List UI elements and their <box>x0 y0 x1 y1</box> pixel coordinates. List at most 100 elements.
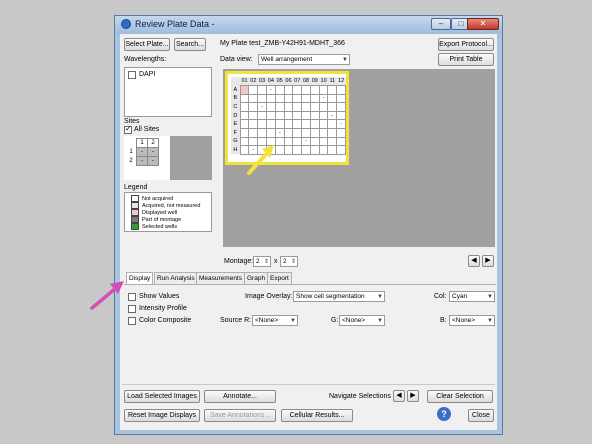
montage-rows-spin[interactable]: 2 ⇕ <box>253 256 271 267</box>
plate-well[interactable] <box>274 85 285 95</box>
clear-selection-button[interactable]: Clear Selection <box>427 390 493 403</box>
plate-well[interactable] <box>239 127 250 138</box>
plate-well[interactable] <box>283 119 294 129</box>
plate-well[interactable] <box>309 136 320 147</box>
navigate-prev-button[interactable]: ◀ <box>393 390 405 402</box>
plate-well[interactable] <box>266 102 276 112</box>
navigate-next-button[interactable]: ▶ <box>407 390 419 402</box>
plate-well[interactable] <box>266 93 276 104</box>
close-window-button[interactable]: ✕ <box>467 18 499 30</box>
plate-well[interactable]: - <box>257 102 267 112</box>
plate-well[interactable] <box>336 145 346 155</box>
plate-well[interactable] <box>292 110 303 121</box>
tab-export[interactable]: Export <box>267 272 292 284</box>
plate-well[interactable] <box>318 102 329 112</box>
plate-well[interactable] <box>257 127 267 138</box>
plate-well[interactable] <box>283 127 294 138</box>
plate-well[interactable] <box>283 145 294 155</box>
plate-well[interactable] <box>301 127 311 138</box>
tab-measurements[interactable]: Measurements <box>196 272 245 284</box>
plate-well[interactable] <box>327 119 338 129</box>
plate-well[interactable] <box>327 85 338 95</box>
show-values-checkbox[interactable] <box>128 293 136 301</box>
plate-well[interactable] <box>248 85 259 95</box>
annotate-button[interactable]: Annotate... <box>204 390 276 403</box>
plate-well[interactable] <box>309 119 320 129</box>
cellular-results-button[interactable]: Cellular Results... <box>281 409 353 422</box>
plate-well[interactable] <box>292 145 303 155</box>
plate-well[interactable]: - <box>327 110 338 121</box>
plate-well[interactable] <box>283 110 294 121</box>
plate-well[interactable] <box>318 145 329 155</box>
plate-well[interactable] <box>318 110 329 121</box>
plate-well[interactable] <box>274 93 285 104</box>
reset-image-displays-button[interactable]: Reset Image Displays <box>124 409 200 422</box>
plate-well[interactable]: - <box>318 93 329 104</box>
plate-well[interactable] <box>266 127 276 138</box>
plate-well[interactable] <box>309 93 320 104</box>
site-cell[interactable]: - <box>147 156 159 166</box>
dapi-checkbox[interactable] <box>128 71 136 79</box>
plate-well[interactable] <box>327 93 338 104</box>
plate-well[interactable] <box>318 136 329 147</box>
plate-well[interactable]: - <box>301 136 311 147</box>
plate-well[interactable] <box>292 127 303 138</box>
plate-well[interactable] <box>301 93 311 104</box>
plate-well[interactable] <box>248 127 259 138</box>
plate-well[interactable] <box>292 93 303 104</box>
close-button[interactable]: Close <box>468 409 494 422</box>
plate-well[interactable] <box>336 136 346 147</box>
montage-cols-spin[interactable]: 2 ⇕ <box>280 256 298 267</box>
plate-well[interactable] <box>283 102 294 112</box>
tab-graph[interactable]: Graph <box>244 272 269 284</box>
plate-well[interactable] <box>301 102 311 112</box>
print-table-button[interactable]: Print Table <box>438 53 494 66</box>
plate-well[interactable] <box>248 119 259 129</box>
plate-well[interactable] <box>327 102 338 112</box>
search-button[interactable]: Search... <box>174 38 206 51</box>
image-overlay-select[interactable]: Show cell segmentation ▼ <box>293 291 385 302</box>
plate-well[interactable] <box>336 127 346 138</box>
plate-well[interactable] <box>318 119 329 129</box>
g-select[interactable]: <None> ▼ <box>339 315 385 326</box>
plate-well[interactable]: - <box>336 119 346 129</box>
plate-well[interactable] <box>301 85 311 95</box>
data-view-select[interactable]: Well arrangement ▼ <box>258 54 350 65</box>
plate-well[interactable] <box>239 93 250 104</box>
plate-well[interactable] <box>327 145 338 155</box>
plate-well[interactable] <box>336 102 346 112</box>
export-protocol-button[interactable]: Export Protocol... <box>438 38 494 51</box>
next-plate-button[interactable]: ▶ <box>482 255 494 267</box>
plate-well[interactable] <box>257 93 267 104</box>
site-cell[interactable]: - <box>136 147 148 157</box>
plate-well[interactable] <box>266 110 276 121</box>
source-r-select[interactable]: <None> ▼ <box>252 315 298 326</box>
plate-well[interactable] <box>257 85 267 95</box>
all-sites-checkbox[interactable] <box>124 124 132 134</box>
plate-well[interactable] <box>301 145 311 155</box>
plate-well[interactable] <box>309 145 320 155</box>
plate-well[interactable]: - <box>274 127 285 138</box>
plate-well[interactable] <box>336 85 346 95</box>
plate-well[interactable] <box>239 110 250 121</box>
plate-well[interactable] <box>274 119 285 129</box>
intensity-profile-checkbox[interactable] <box>128 305 136 313</box>
plate-well[interactable] <box>309 127 320 138</box>
prev-plate-button[interactable]: ◀ <box>468 255 480 267</box>
site-cell[interactable]: - <box>136 156 148 166</box>
tab-display[interactable]: Display <box>126 272 154 284</box>
plate-well[interactable] <box>283 136 294 147</box>
help-icon[interactable]: ? <box>437 407 451 421</box>
plate-well[interactable] <box>239 85 250 95</box>
site-cell[interactable]: - <box>147 147 159 157</box>
plate-well[interactable] <box>309 85 320 95</box>
plate-well[interactable] <box>274 110 285 121</box>
select-plate-button[interactable]: Select Plate... <box>124 38 170 51</box>
minimize-button[interactable]: – <box>431 18 451 30</box>
plate-well[interactable] <box>266 119 276 129</box>
plate-well[interactable] <box>239 102 250 112</box>
col-select[interactable]: Cyan ▼ <box>449 291 495 302</box>
save-annotations-button[interactable]: Save Annotations... <box>204 409 276 422</box>
plate-well[interactable] <box>248 102 259 112</box>
load-selected-images-button[interactable]: Load Selected Images <box>124 390 200 403</box>
